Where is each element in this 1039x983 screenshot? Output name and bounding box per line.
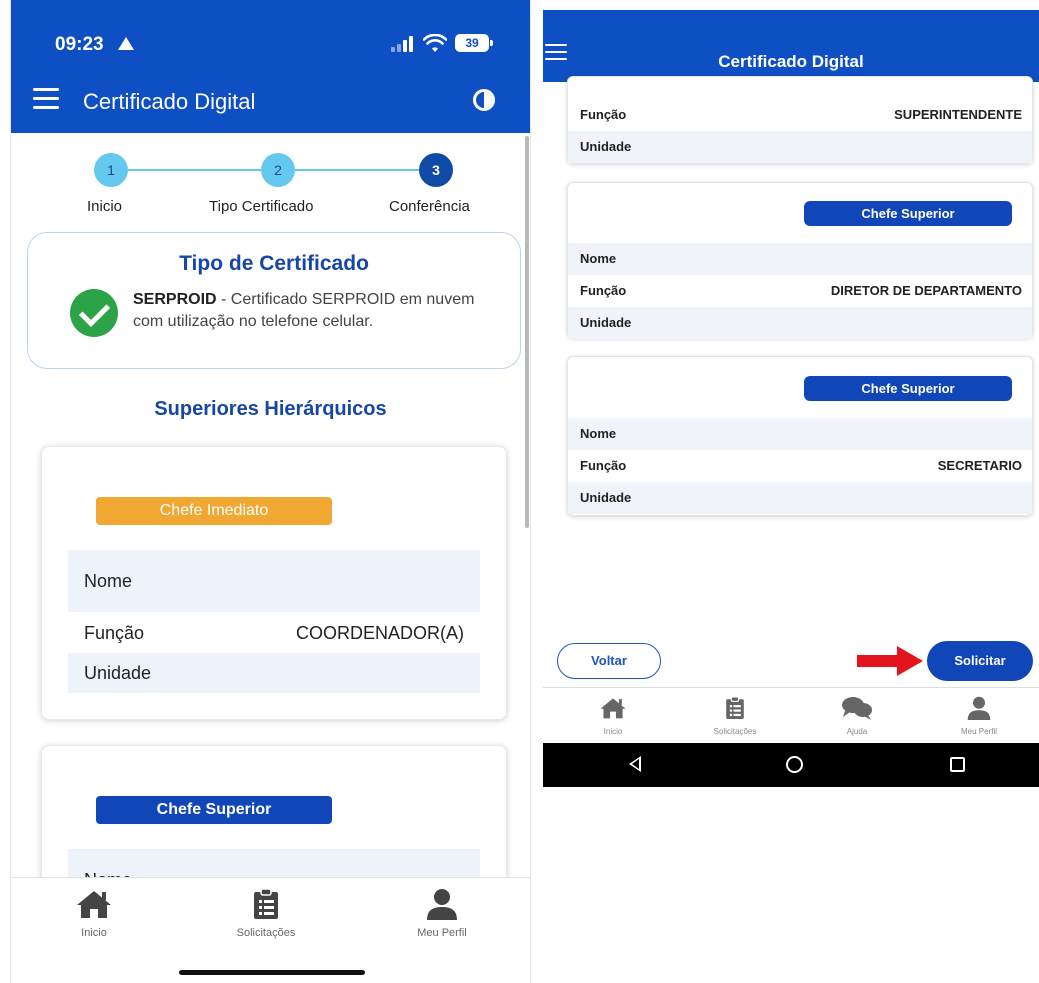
superiors-title: Superiores Hierárquicos — [154, 398, 387, 420]
back-icon[interactable] — [629, 756, 641, 772]
row-label: Função — [580, 458, 627, 473]
hamburger-menu-icon[interactable] — [33, 88, 59, 110]
step-3-circle: 3 — [419, 153, 453, 187]
battery-indicator: 39 — [455, 34, 493, 52]
chief-superior-badge: Chefe Superior — [96, 796, 332, 824]
wifi-icon — [423, 34, 447, 52]
row-label: Unidade — [84, 663, 152, 683]
recent-apps-icon[interactable] — [950, 757, 965, 772]
row-label: Função — [580, 283, 627, 298]
app-title: Certificado Digital — [83, 89, 256, 114]
superior-card: Função SUPERINTENDENTE Unidade — [567, 76, 1033, 164]
row-funcao: Função SECRETARIO — [568, 450, 1032, 482]
step-3-label: Conferência — [389, 198, 470, 215]
left-phone-screen: 09:23 39 Certificado Digital 1 2 3 Inici… — [10, 0, 531, 983]
status-bar: 09:23 39 — [11, 0, 530, 70]
nav-label: Inicio — [603, 727, 623, 736]
row-label: Nome — [84, 571, 133, 591]
row-nome: Nome — [68, 550, 480, 612]
progress-stepper: 1 2 3 Inicio Tipo Certificado Conferênci… — [11, 150, 530, 220]
nav-ajuda[interactable]: Ajuda — [807, 696, 907, 736]
home-circle-icon[interactable] — [786, 756, 803, 773]
nav-label: Solicitações — [236, 927, 296, 939]
app-header: Certificado Digital — [11, 70, 530, 133]
row-label: Nome — [580, 251, 617, 266]
row-value: COORDENADOR(A) — [295, 623, 464, 643]
row-unidade: Unidade — [68, 653, 480, 693]
row-unidade: Unidade — [568, 307, 1032, 339]
chief-superior-badge: Chefe Superior — [804, 201, 1012, 226]
row-value: SUPERINTENDENTE — [894, 107, 1022, 122]
nav-label: Meu Perfil — [960, 727, 997, 736]
chief-superior-card: Chefe Superior Nome Função DIRETOR DE DE… — [567, 182, 1033, 339]
nav-label: Ajuda — [846, 727, 868, 736]
certificate-description: SERPROID - Certificado SERPROID em nuvem… — [133, 289, 493, 333]
user-icon — [427, 889, 457, 920]
stepper-line — [127, 169, 261, 171]
home-icon — [600, 698, 626, 719]
row-label: Unidade — [580, 139, 632, 154]
row-funcao: Função COORDENADOR(A) — [68, 613, 480, 653]
step-1-label: Inicio — [87, 198, 123, 215]
certificate-name: SERPROID — [133, 291, 217, 308]
step-1-circle: 1 — [94, 153, 128, 187]
bottom-navigation: Inicio Solicitações Ajuda Meu Perfil — [543, 687, 1039, 743]
back-button[interactable]: Voltar — [557, 643, 661, 679]
status-time: 09:23 — [55, 34, 104, 55]
row-label: Unidade — [580, 315, 632, 330]
nav-inicio[interactable]: Inicio — [39, 888, 149, 939]
row-label: Função — [84, 623, 145, 643]
clipboard-icon — [254, 888, 278, 919]
stepper-line — [295, 169, 419, 171]
nav-label: Meu Perfil — [417, 927, 467, 939]
row-value: DIRETOR DE DEPARTAMENTO — [830, 283, 1022, 298]
row-label: Função — [580, 107, 627, 122]
row-funcao: Função SUPERINTENDENTE — [568, 99, 1032, 131]
check-circle-icon — [70, 289, 118, 337]
nav-inicio[interactable]: Inicio — [563, 696, 663, 736]
app-header: Certificado Digital — [543, 10, 1039, 82]
step-2-circle: 2 — [261, 153, 295, 187]
app-title: Certificado Digital — [718, 52, 864, 71]
location-arrow-icon — [118, 37, 134, 50]
chief-superior-badge: Chefe Superior — [804, 376, 1012, 401]
nav-meu-perfil[interactable]: Meu Perfil — [929, 696, 1029, 736]
chief-immediate-badge: Chefe Imediato — [96, 497, 332, 525]
home-icon — [77, 891, 111, 918]
certificate-type-title: Tipo de Certificado — [179, 252, 369, 275]
row-value: SECRETARIO — [937, 458, 1022, 473]
red-arrow-icon — [857, 646, 923, 676]
row-funcao: Função DIRETOR DE DEPARTAMENTO — [568, 275, 1032, 307]
right-phone-screen: Certificado Digital Função SUPERINTENDEN… — [543, 10, 1039, 790]
row-nome: Nome — [568, 418, 1032, 450]
nav-label: Inicio — [81, 927, 107, 939]
nav-solicitacoes[interactable]: Solicitações — [685, 696, 785, 736]
contrast-toggle-icon[interactable] — [473, 89, 495, 111]
android-system-navigation — [543, 743, 1039, 787]
scrollbar[interactable] — [525, 136, 529, 528]
row-label: Nome — [580, 426, 617, 441]
home-indicator[interactable] — [179, 970, 365, 975]
submit-request-button[interactable]: Solicitar — [927, 641, 1033, 681]
nav-meu-perfil[interactable]: Meu Perfil — [387, 888, 497, 939]
chat-bubbles-icon — [842, 697, 872, 720]
user-icon — [967, 696, 991, 720]
row-unidade: Unidade — [568, 131, 1032, 163]
chief-immediate-card: Chefe Imediato Nome Função COORDENADOR(A… — [41, 446, 507, 720]
step-2-label: Tipo Certificado — [209, 198, 314, 215]
row-unidade: Unidade — [568, 482, 1032, 514]
nav-label: Solicitações — [713, 727, 757, 736]
bottom-navigation: Inicio Solicitações Meu Perfil — [11, 877, 530, 953]
clipboard-icon — [726, 696, 744, 719]
certificate-type-card: Tipo de Certificado SERPROID - Certifica… — [27, 232, 521, 369]
nav-solicitacoes[interactable]: Solicitações — [211, 888, 321, 939]
row-label: Unidade — [580, 490, 632, 505]
chief-superior-card: Chefe Superior Nome Função SECRETARIO Un… — [567, 356, 1033, 516]
cellular-signal-icon — [391, 36, 413, 52]
row-nome: Nome — [568, 243, 1032, 275]
